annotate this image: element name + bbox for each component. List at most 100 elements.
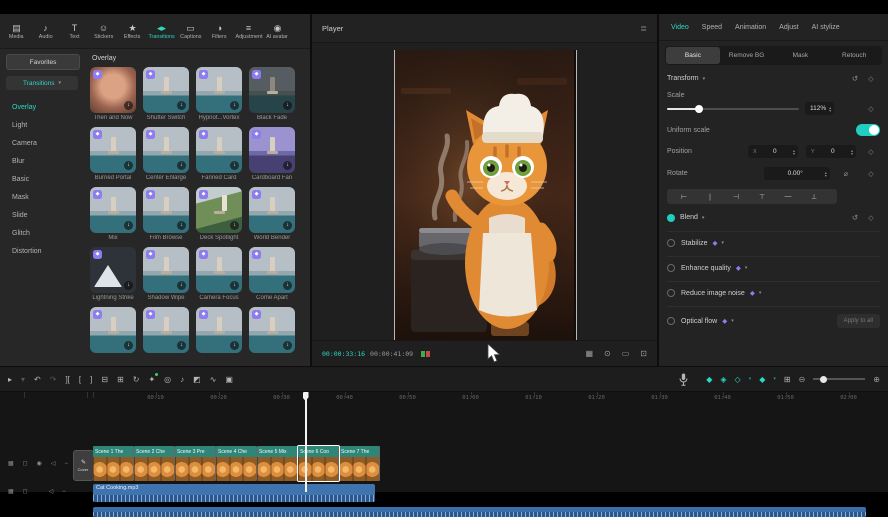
blend-enabled-icon[interactable] [667, 214, 675, 222]
mute-track-icon[interactable]: ◁ [51, 460, 56, 467]
subtab-basic[interactable]: Basic [666, 47, 720, 64]
freeze-icon[interactable]: ⊞ [117, 375, 124, 384]
collapse-track-icon[interactable]: − [62, 489, 66, 495]
transition-tile[interactable]: ◆ ↓ [143, 307, 189, 363]
portrait-icon[interactable]: ◩ [193, 375, 201, 384]
sidebar-item-glitch[interactable]: Glitch [6, 224, 86, 242]
align-top-icon[interactable]: ⊤ [749, 193, 775, 201]
keyframe-icon[interactable]: ◇ [862, 105, 880, 113]
link-toggle-icon[interactable]: ◆ [759, 375, 765, 384]
magnet-toggle-icon[interactable]: ◈ [720, 375, 726, 384]
select-caret-icon[interactable]: ▾ [21, 375, 25, 384]
video-clip[interactable]: Scene 4 Che [216, 446, 257, 481]
section-optical-flow[interactable]: Optical flow ◆ ▾ Apply to all [667, 314, 880, 328]
stepper-icon[interactable]: ▴▾ [825, 171, 827, 177]
record-icon[interactable]: ▣ [225, 375, 233, 384]
delete-icon[interactable]: ⊟ [101, 375, 108, 384]
snap-toggle-icon[interactable]: ◇ [735, 375, 741, 384]
video-clip[interactable]: Scene 7 The [339, 446, 380, 481]
section-reduce-image-noise[interactable]: Reduce image noise ◆ ▾ [667, 289, 880, 297]
mute-track-icon[interactable]: ◁ [49, 488, 54, 495]
tool-text[interactable]: T Text [60, 23, 89, 40]
align-bottom-icon[interactable]: ⊥ [801, 193, 827, 201]
playhead[interactable] [305, 392, 307, 492]
apply-to-all-button[interactable]: Apply to all [837, 314, 880, 328]
transition-tile[interactable]: ◆ ↓ World Bender [249, 187, 295, 243]
audio-clip-secondary[interactable] [93, 507, 866, 517]
section-stabilize[interactable]: Stabilize ◆ ▾ [667, 239, 880, 247]
transition-tile[interactable]: ◆ ↓ Fanned Card [196, 127, 242, 183]
stepper-icon[interactable]: ▴▾ [793, 149, 795, 155]
transition-tile[interactable]: ◆ ↓ Hypnot...Vortex [196, 67, 242, 123]
tool-audio[interactable]: ♪ Audio [31, 23, 60, 40]
section-checkbox[interactable] [667, 317, 675, 325]
chevron-down-icon[interactable]: ▾ [703, 76, 706, 82]
timeline-zoom-out-icon[interactable]: ⊖ [799, 375, 806, 384]
subtab-remove-bg[interactable]: Remove BG [720, 47, 774, 64]
main-track-icon[interactable]: ▦ [8, 460, 14, 467]
main-track-icon[interactable]: ▦ [8, 488, 14, 495]
lock-track-icon[interactable]: ◻ [23, 488, 28, 495]
rotate-knob-icon[interactable]: ⌀ [844, 170, 848, 178]
section-checkbox[interactable] [667, 264, 675, 272]
transition-tile[interactable]: ◆ ↓ Black Fade [249, 67, 295, 123]
transition-tile[interactable]: ◆ ↓ Shadow Wipe [143, 247, 189, 303]
category-dropdown[interactable]: Transitions ▾ [6, 76, 78, 90]
video-preview[interactable] [394, 50, 577, 340]
transition-tile[interactable]: ◆ ↓ [90, 307, 136, 363]
scale-value-field[interactable]: 112% ▴▾ [805, 102, 834, 115]
beat-icon[interactable]: ∿ [210, 375, 217, 384]
sidebar-item-light[interactable]: Light [6, 116, 86, 134]
timeline-ruler[interactable]: 00:1000:2000:3000:4000:5001:0001:1001:20… [0, 392, 888, 414]
tab-adjust[interactable]: Adjust [779, 24, 798, 31]
transition-tile[interactable]: ◆ ↓ Deck Spotlight [196, 187, 242, 243]
tool-adjustment[interactable]: ≡ Adjustment [234, 23, 263, 40]
quality-icon[interactable]: ▦ [585, 349, 593, 358]
collapse-track-icon[interactable]: − [65, 461, 69, 467]
transition-tile[interactable]: ◆ ↓ Film Browse [143, 187, 189, 243]
tool-stickers[interactable]: ☺ Stickers [89, 23, 118, 40]
keyframe-icon[interactable]: ◇ [862, 148, 880, 156]
sidebar-item-mask[interactable]: Mask [6, 188, 86, 206]
tool-effects[interactable]: ★ Effects [118, 23, 147, 40]
favorites-button[interactable]: Favorites [6, 54, 80, 70]
hide-track-icon[interactable]: ◉ [37, 460, 42, 467]
timeline-body[interactable]: 00:1000:2000:3000:4000:5001:0001:1001:20… [0, 392, 888, 492]
tab-animation[interactable]: Animation [735, 24, 766, 31]
transition-tile[interactable]: ◆ ↓ [196, 307, 242, 363]
section-checkbox[interactable] [667, 239, 675, 247]
video-clip[interactable]: Scene 3 Pre [175, 446, 216, 481]
timeline-zoom-slider[interactable] [813, 375, 865, 383]
video-clip[interactable]: Scene 5 Mix [257, 446, 298, 481]
slider-handle[interactable] [820, 376, 827, 383]
tool-captions[interactable]: ▭ Captions [176, 23, 205, 40]
position-x-field[interactable]: X 0 ▴▾ [748, 145, 798, 158]
audio-clip[interactable]: Cat Cooking.mp3 [93, 484, 375, 502]
subtab-retouch[interactable]: Retouch [827, 47, 881, 64]
reset-icon[interactable]: ↺ [848, 74, 862, 83]
sidebar-item-overlay[interactable]: Overlay [6, 98, 86, 116]
undo-icon[interactable]: ↶ [34, 375, 41, 384]
cover-button[interactable]: ✎ Cover [73, 450, 94, 481]
align-left-icon[interactable]: ⊢ [671, 193, 697, 201]
tool-filters[interactable]: ◑ Filters [205, 23, 234, 40]
preview-axis-icon[interactable]: ⊞ [784, 375, 791, 384]
sidebar-item-blur[interactable]: Blur [6, 152, 86, 170]
tab-ai-stylize[interactable]: AI stylize [812, 24, 840, 31]
split-icon[interactable]: ][ [65, 375, 69, 384]
chevron-down-icon[interactable]: ▾ [702, 215, 705, 221]
trim-right-icon[interactable]: ] [90, 375, 92, 384]
slider-handle[interactable] [695, 105, 703, 113]
transition-tile[interactable]: ◆ ↓ Shutter Switch [143, 67, 189, 123]
position-y-field[interactable]: Y 0 ▴▾ [806, 145, 856, 158]
transition-tile[interactable]: ◆ ↓ Cardboard Fan [249, 127, 295, 183]
stepper-icon[interactable]: ▴▾ [829, 106, 831, 112]
lock-track-icon[interactable]: ◻ [23, 460, 28, 467]
player-settings-icon[interactable]: ≣ [640, 24, 647, 33]
tab-speed[interactable]: Speed [702, 24, 722, 31]
trim-left-icon[interactable]: [ [79, 375, 81, 384]
subtab-mask[interactable]: Mask [774, 47, 828, 64]
tool-ai-avatar[interactable]: ◉ AI avatar [263, 23, 292, 40]
transition-tile[interactable]: ◆ ↓ Camera Focus [196, 247, 242, 303]
chevron-down-icon[interactable]: ▾ [759, 290, 762, 296]
